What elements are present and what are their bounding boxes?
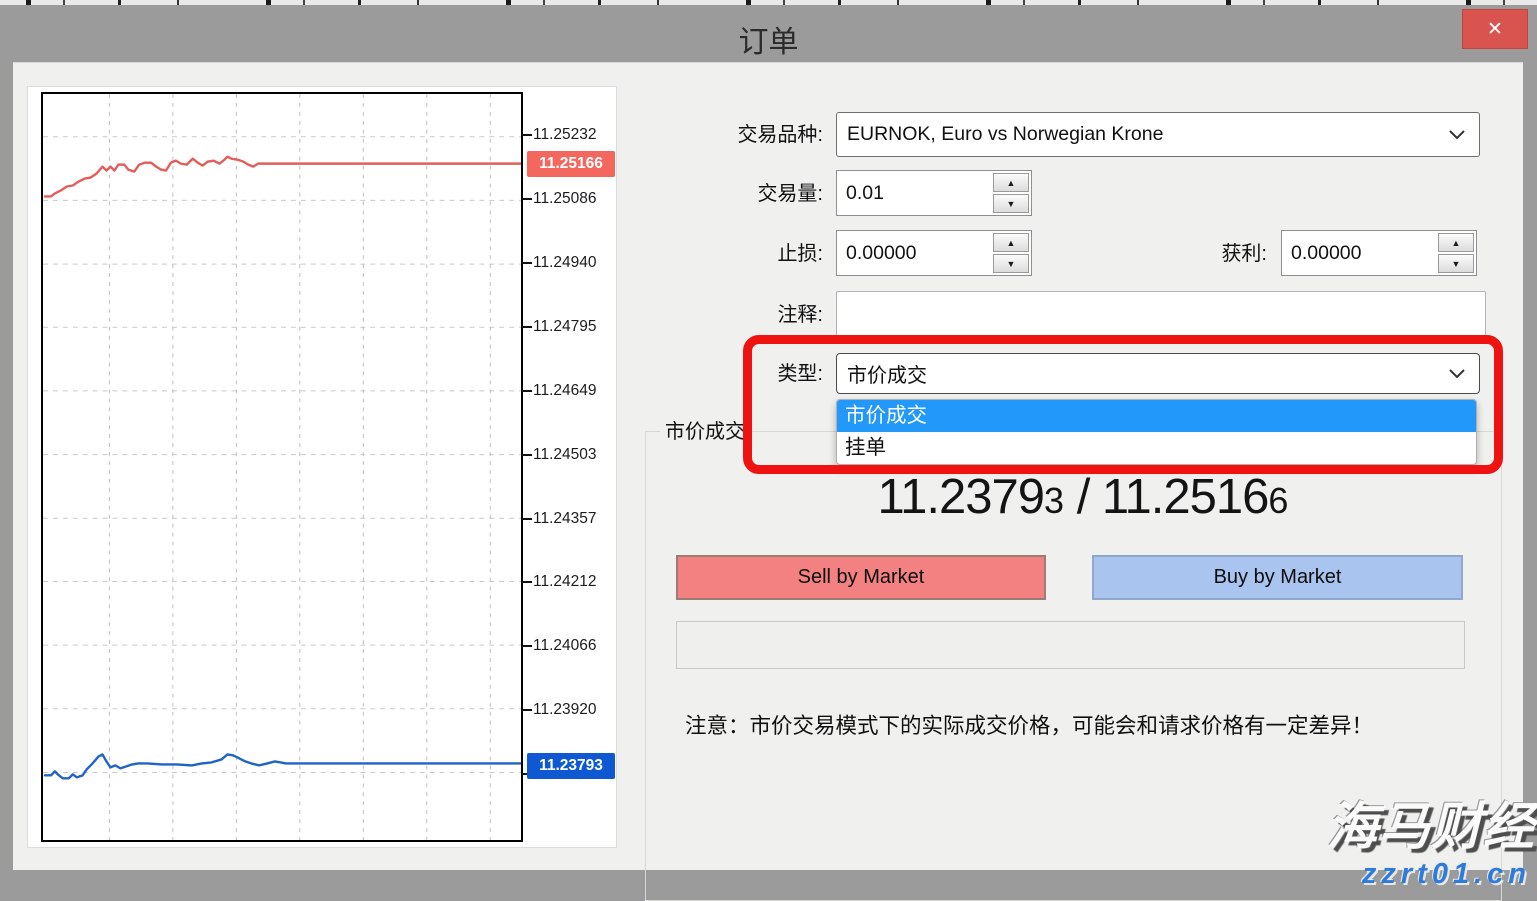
stoploss-input[interactable]: 0.00000 ▲ ▼ xyxy=(836,230,1032,276)
stoploss-value: 0.00000 xyxy=(837,231,991,275)
spin-down-button[interactable]: ▼ xyxy=(1438,254,1474,273)
axis-tick-mark xyxy=(522,518,532,520)
takeprofit-label: 获利: xyxy=(1097,240,1267,268)
axis-tick-mark xyxy=(522,390,532,392)
chevron-down-icon xyxy=(1449,369,1465,379)
bid-price-last-digit: 3 xyxy=(1044,480,1064,521)
arrow-down-icon: ▼ xyxy=(1007,259,1016,269)
volume-stepper: ▲ ▼ xyxy=(991,171,1031,215)
axis-tick-mark xyxy=(522,709,532,711)
tick-chart-panel: 11.25232 11.25086 11.24940 11.24795 11.24649… xyxy=(27,86,617,848)
watermark-url: zzrt01.cn xyxy=(1362,858,1531,891)
axis-tick-label: 11.25086 xyxy=(533,189,597,209)
title-bar: 订单 ✕ xyxy=(0,5,1537,62)
arrow-down-icon: ▼ xyxy=(1452,259,1461,269)
axis-tick-label: 11.24503 xyxy=(533,445,597,465)
window-root: { "window": { "title": "订单", "close_glyp… xyxy=(0,0,1537,887)
quote-separator: / xyxy=(1064,470,1102,524)
tick-chart-plot xyxy=(41,92,523,842)
dropdown-option-pending-order[interactable]: 挂单 xyxy=(837,432,1476,464)
arrow-up-icon: ▲ xyxy=(1452,238,1461,248)
takeprofit-value: 0.00000 xyxy=(1282,231,1436,275)
dropdown-option-market-execution[interactable]: 市价成交 xyxy=(837,400,1476,432)
order-dialog-body: 11.25232 11.25086 11.24940 11.24795 11.24649… xyxy=(13,62,1523,870)
symbol-select[interactable]: EURNOK, Euro vs Norwegian Krone xyxy=(836,112,1480,157)
axis-tick-mark xyxy=(522,262,532,264)
ask-price-tag: 11.25166 xyxy=(527,151,615,177)
axis-tick-label: 11.24649 xyxy=(533,381,597,401)
spin-up-button[interactable]: ▲ xyxy=(993,233,1029,252)
window-title: 订单 xyxy=(0,17,1537,61)
disabled-info-box xyxy=(676,621,1465,669)
chevron-down-icon xyxy=(1449,130,1465,140)
market-execution-group-label: 市价成交 xyxy=(660,419,750,445)
watermark-brand: 海马财经 xyxy=(1327,785,1535,859)
comment-label: 注释: xyxy=(653,301,823,329)
bid-ask-quote: 11.23793 / 11.25166 xyxy=(703,469,1463,529)
tick-chart-svg xyxy=(43,94,521,840)
axis-tick-mark xyxy=(522,645,532,647)
stoploss-stepper: ▲ ▼ xyxy=(991,231,1031,275)
axis-tick-mark xyxy=(522,326,532,328)
sell-by-market-button[interactable]: Sell by Market xyxy=(676,555,1046,600)
axis-tick-mark xyxy=(522,454,532,456)
spin-up-button[interactable]: ▲ xyxy=(993,173,1029,192)
arrow-down-icon: ▼ xyxy=(1007,199,1016,209)
close-button[interactable]: ✕ xyxy=(1462,9,1528,49)
takeprofit-stepper: ▲ ▼ xyxy=(1436,231,1476,275)
axis-tick-label: 11.23920 xyxy=(533,700,597,720)
buy-by-market-button[interactable]: Buy by Market xyxy=(1092,555,1463,600)
axis-tick-label: 11.24795 xyxy=(533,317,597,337)
type-label: 类型: xyxy=(653,360,823,388)
spin-up-button[interactable]: ▲ xyxy=(1438,233,1474,252)
axis-tick-label: 11.24212 xyxy=(533,572,597,592)
notice-text: 注意：市价交易模式下的实际成交价格，可能会和请求价格有一定差异！ xyxy=(685,709,1485,740)
ask-price: 11.2516 xyxy=(1102,470,1269,524)
ask-price-last-digit: 6 xyxy=(1268,480,1288,521)
volume-input[interactable]: 0.01 ▲ ▼ xyxy=(836,170,1032,216)
bid-price-tag: 11.23793 xyxy=(527,753,615,779)
axis-tick-label: 11.24066 xyxy=(533,636,597,656)
axis-tick-label: 11.24940 xyxy=(533,253,597,273)
axis-tick-label: 11.25232 xyxy=(533,125,597,145)
comment-input[interactable] xyxy=(836,291,1486,337)
type-select[interactable]: 市价成交 xyxy=(836,353,1480,394)
takeprofit-input[interactable]: 0.00000 ▲ ▼ xyxy=(1281,230,1477,276)
volume-value: 0.01 xyxy=(837,171,991,215)
stoploss-label: 止损: xyxy=(653,240,823,268)
axis-tick-label: 11.24357 xyxy=(533,509,597,529)
arrow-up-icon: ▲ xyxy=(1007,178,1016,188)
type-dropdown-list: 市价成交 挂单 xyxy=(836,399,1477,465)
axis-tick-mark xyxy=(522,581,532,583)
symbol-value: EURNOK, Euro vs Norwegian Krone xyxy=(847,123,1163,146)
type-value: 市价成交 xyxy=(847,359,927,388)
axis-tick-mark xyxy=(522,134,532,136)
close-icon: ✕ xyxy=(1487,18,1503,41)
spin-down-button[interactable]: ▼ xyxy=(993,194,1029,213)
arrow-up-icon: ▲ xyxy=(1007,238,1016,248)
axis-tick-mark xyxy=(522,198,532,200)
bid-price: 11.2379 xyxy=(878,470,1045,524)
volume-label: 交易量: xyxy=(653,180,823,208)
symbol-label: 交易品种: xyxy=(653,121,823,149)
spin-down-button[interactable]: ▼ xyxy=(993,254,1029,273)
watermark: 海马财经 zzrt01.cn xyxy=(1237,787,1537,887)
